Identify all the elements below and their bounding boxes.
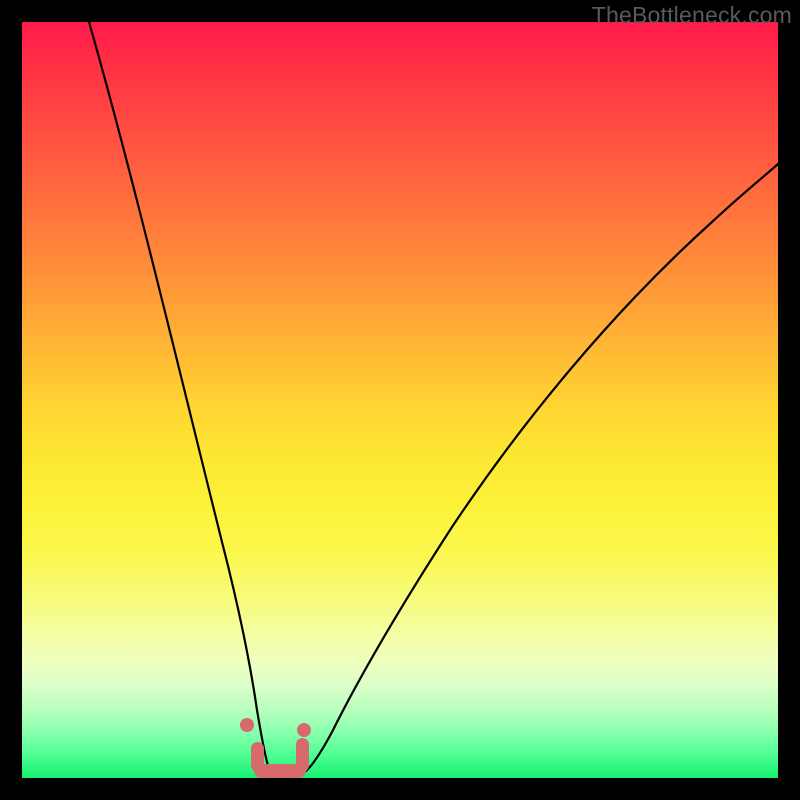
marker-dot-right (297, 723, 311, 737)
chart-area (22, 22, 778, 778)
watermark-text: TheBottleneck.com (592, 2, 792, 29)
optimal-valley-left-stub (251, 742, 264, 772)
right-curve (303, 164, 778, 773)
marker-dot-left (240, 718, 254, 732)
left-curve (89, 22, 273, 773)
optimal-valley-right-stub (296, 738, 309, 772)
bottleneck-curve-plot (22, 22, 778, 778)
